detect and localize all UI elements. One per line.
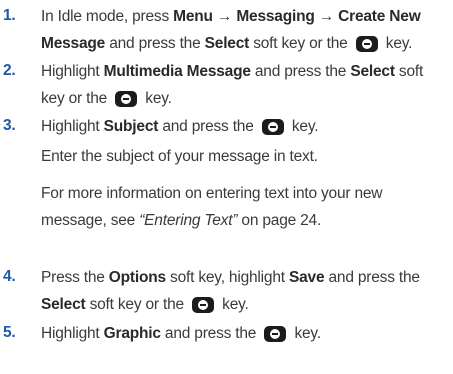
arrow: → bbox=[314, 8, 339, 25]
text: key. bbox=[290, 325, 321, 342]
step-3-line-3: For more information on entering text in… bbox=[41, 185, 383, 202]
text: and press the bbox=[160, 325, 261, 342]
text: Highlight bbox=[41, 118, 104, 135]
arrow: → bbox=[212, 8, 237, 25]
step-4-line-1: Press the Options soft key, highlight Sa… bbox=[41, 268, 420, 288]
text: soft key or the bbox=[249, 35, 352, 52]
step-number: 5. bbox=[3, 324, 16, 341]
step-3-line-4: message, see “Entering Text” on page 24. bbox=[41, 211, 321, 231]
text: message, see bbox=[41, 212, 140, 229]
options-label: Options bbox=[108, 269, 166, 286]
select-label: Select bbox=[41, 296, 86, 313]
text: soft key, highlight bbox=[165, 269, 289, 286]
graphic-label: Graphic bbox=[103, 325, 161, 342]
step-1-line-1: In Idle mode, press Menu → Messaging → C… bbox=[41, 7, 421, 27]
instruction-page: 1. In Idle mode, press Menu → Messaging … bbox=[0, 0, 453, 374]
text: soft bbox=[394, 63, 424, 80]
menu-label: Menu bbox=[173, 8, 213, 25]
text: and press the bbox=[250, 63, 351, 80]
text: soft key or the bbox=[85, 296, 189, 313]
step-3-line-1: Highlight Subject and press the key. bbox=[41, 117, 319, 137]
step-5-line-1: Highlight Graphic and press the key. bbox=[41, 324, 321, 344]
multimedia-message-label: Multimedia Message bbox=[103, 63, 251, 80]
center-select-key-icon bbox=[192, 297, 215, 313]
text: Press the bbox=[41, 269, 109, 286]
text: and press the bbox=[158, 118, 258, 135]
step-number: 3. bbox=[3, 117, 16, 134]
save-label: Save bbox=[288, 269, 325, 286]
center-select-key-icon bbox=[264, 326, 287, 342]
entering-text-reference: “Entering Text” bbox=[139, 212, 238, 229]
text: Highlight bbox=[41, 325, 104, 342]
step-3-line-2: Enter the subject of your message in tex… bbox=[41, 148, 318, 165]
text: and press the bbox=[324, 269, 420, 286]
center-select-key-icon bbox=[115, 91, 138, 107]
step-number: 2. bbox=[3, 62, 16, 79]
step-2-line-2: key or the key. bbox=[41, 89, 172, 109]
select-label: Select bbox=[350, 63, 395, 80]
select-label: Select bbox=[204, 35, 250, 52]
text: key or the bbox=[41, 90, 112, 107]
step-4-line-2: Select soft key or the key. bbox=[41, 295, 249, 315]
text: key. bbox=[287, 118, 319, 135]
text: key. bbox=[381, 35, 413, 52]
create-new-label: Create New bbox=[338, 8, 421, 25]
text: Highlight bbox=[41, 63, 104, 80]
text: key. bbox=[218, 296, 249, 313]
text: key. bbox=[141, 90, 172, 107]
messaging-label: Messaging bbox=[236, 8, 315, 25]
text: In Idle mode, press bbox=[41, 8, 174, 25]
center-select-key-icon bbox=[355, 36, 378, 52]
center-select-key-icon bbox=[261, 119, 284, 135]
step-2-line-1: Highlight Multimedia Message and press t… bbox=[41, 62, 423, 82]
text: and press the bbox=[105, 35, 205, 52]
message-label: Message bbox=[41, 35, 106, 52]
step-number: 4. bbox=[3, 268, 16, 285]
step-1-line-2: Message and press the Select soft key or… bbox=[41, 34, 412, 54]
step-number: 1. bbox=[3, 7, 16, 24]
subject-label: Subject bbox=[103, 118, 159, 135]
text: on page 24. bbox=[237, 212, 322, 229]
